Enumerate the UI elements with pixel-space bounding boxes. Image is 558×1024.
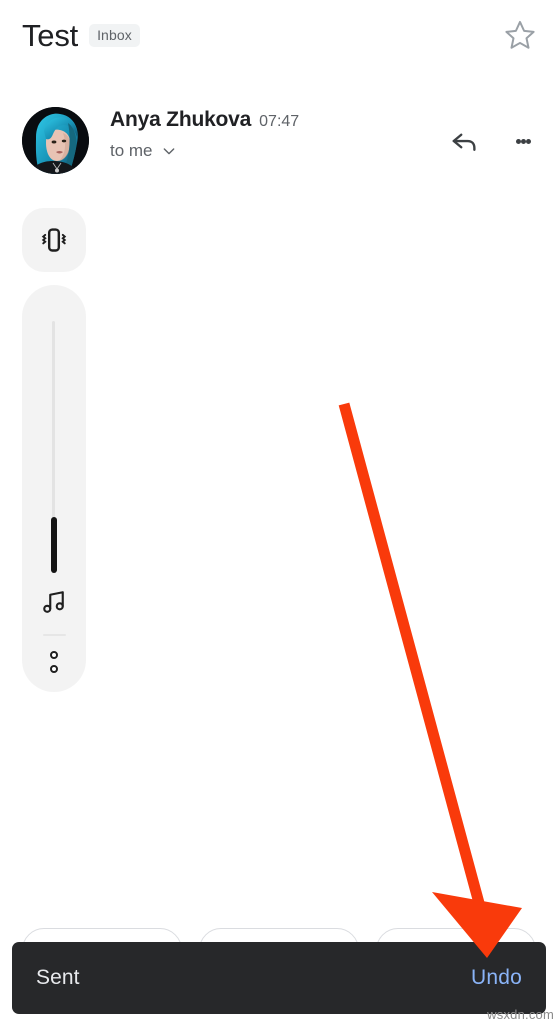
more-dot — [50, 651, 58, 659]
page-title: Test — [22, 17, 79, 53]
more-dot — [50, 665, 58, 673]
snackbar: Sent Undo — [12, 942, 546, 1014]
star-outline-icon[interactable] — [498, 13, 542, 57]
sender-details: Anya Zhukova 07:47 to me — [110, 108, 299, 161]
panel-divider — [43, 634, 66, 636]
email-message-screen: Test Inbox Anya Zhukova 07:47 to me Sent… — [0, 0, 558, 1024]
watermark: wsxdn.com — [487, 1007, 554, 1022]
snackbar-message: Sent — [36, 966, 80, 989]
message-timestamp: 07:47 — [259, 113, 300, 130]
volume-slider-thumb[interactable] — [50, 517, 57, 573]
music-note-icon[interactable] — [22, 581, 86, 623]
more-dot — [520, 138, 526, 144]
chevron-down-icon[interactable] — [161, 143, 177, 159]
more-vertical-icon[interactable] — [502, 120, 544, 162]
sender-name-line: Anya Zhukova 07:47 — [110, 108, 299, 132]
sender-row: Anya Zhukova 07:47 to me — [0, 100, 558, 182]
avatar[interactable] — [22, 107, 89, 174]
recipient-label: to me — [110, 141, 153, 160]
volume-slider-track[interactable] — [50, 321, 57, 573]
reply-arrow-icon[interactable] — [444, 120, 486, 162]
more-vertical-two-dot-icon[interactable] — [22, 641, 86, 683]
label-chip-inbox[interactable]: Inbox — [89, 23, 140, 47]
recipient-line[interactable]: to me — [110, 141, 299, 161]
volume-slider-panel[interactable] — [22, 285, 86, 692]
more-dot — [525, 138, 531, 144]
vibrate-mode-button[interactable] — [22, 208, 86, 272]
undo-button[interactable]: Undo — [471, 966, 522, 990]
more-dot — [515, 138, 521, 144]
vibrate-icon — [41, 228, 67, 252]
sender-name: Anya Zhukova — [110, 108, 252, 131]
subject-row: Test Inbox — [0, 0, 558, 70]
